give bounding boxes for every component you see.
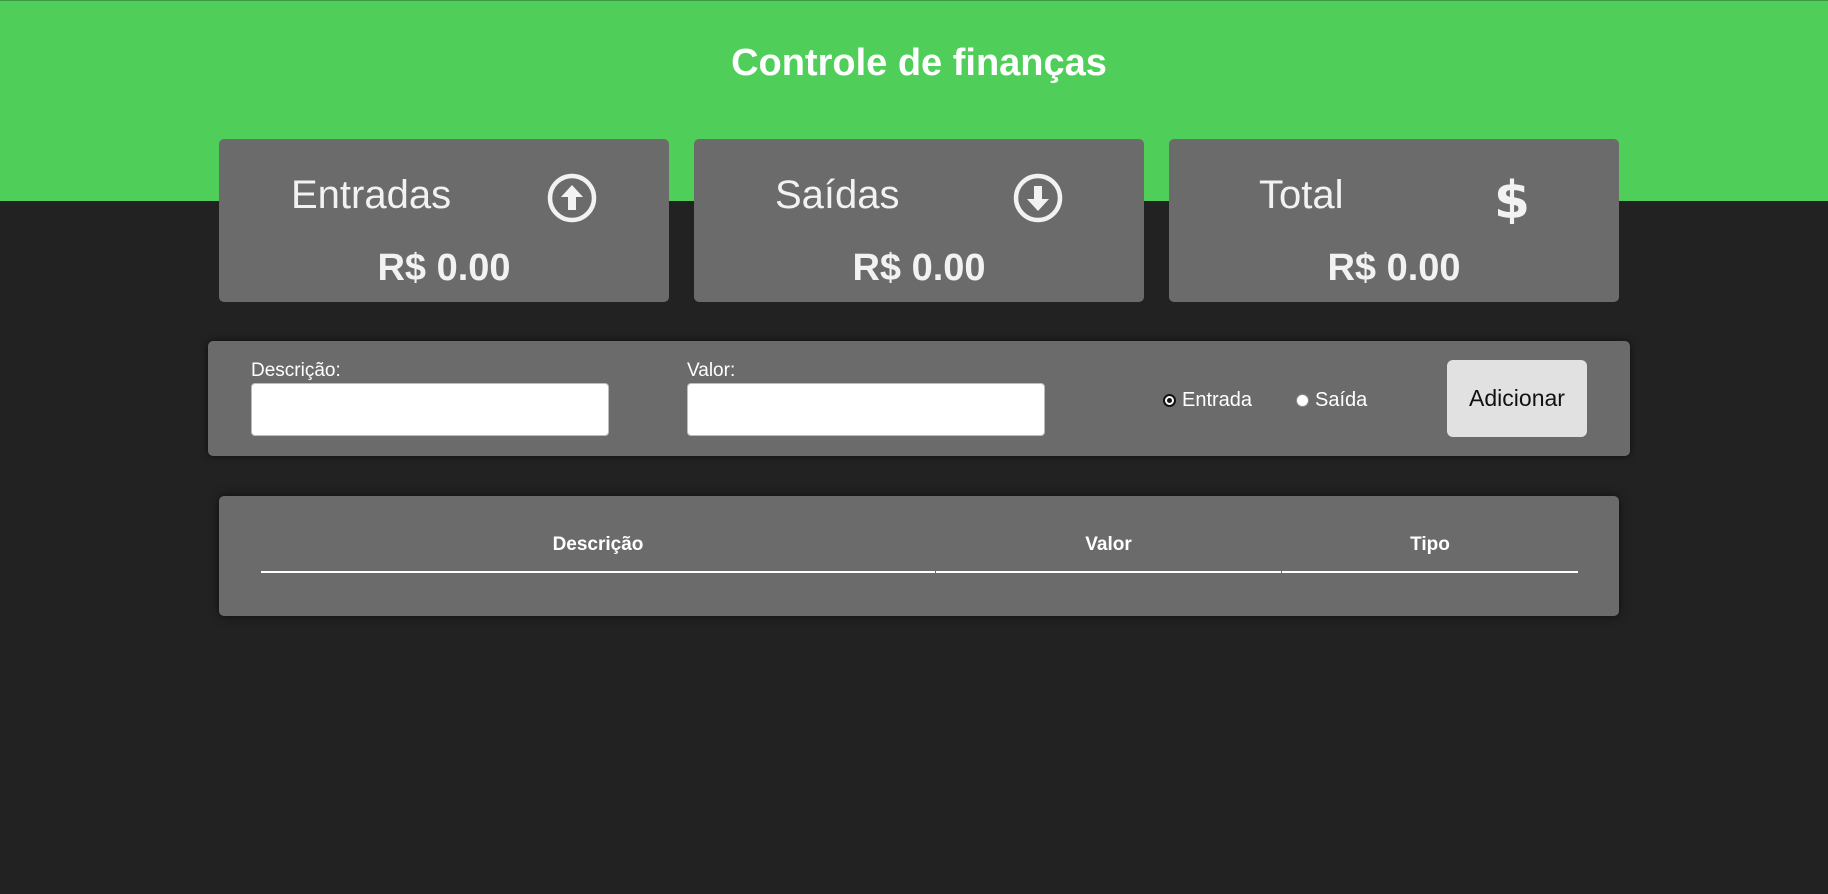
page-title: Controle de finanças <box>731 42 1107 84</box>
radio-entrada[interactable]: Entrada <box>1163 385 1252 415</box>
income-value: R$ 0.00 <box>377 247 511 289</box>
transactions-table: Descrição Valor Tipo <box>219 496 1619 616</box>
expense-card: Saídas R$ 0.00 <box>694 139 1144 302</box>
radio-entrada-circle[interactable] <box>1163 393 1176 407</box>
dollar-sign-icon: $ <box>1486 171 1538 231</box>
column-header-descricao: Descrição <box>261 533 935 573</box>
amount-input[interactable] <box>687 383 1045 436</box>
arrow-down-circle-icon <box>1012 172 1064 224</box>
transaction-form: Descrição: Valor: Entrada Saída Adiciona… <box>208 341 1630 456</box>
add-button[interactable]: Adicionar <box>1447 360 1587 437</box>
income-card-title: Entradas <box>291 173 452 217</box>
total-value: R$ 0.00 <box>1327 247 1461 289</box>
total-card: Total $ R$ 0.00 <box>1169 139 1619 302</box>
svg-text:$: $ <box>1494 172 1530 224</box>
amount-label: Valor: <box>687 360 736 381</box>
radio-saida-circle[interactable] <box>1296 393 1309 407</box>
column-header-tipo: Tipo <box>1282 533 1578 573</box>
arrow-up-circle-icon <box>546 172 598 224</box>
expense-value: R$ 0.00 <box>852 247 986 289</box>
column-header-valor: Valor <box>936 533 1281 573</box>
radio-saida[interactable]: Saída <box>1296 385 1367 415</box>
total-card-title: Total <box>1259 173 1344 217</box>
description-input[interactable] <box>251 383 609 436</box>
expense-card-title: Saídas <box>775 173 900 217</box>
radio-entrada-label[interactable]: Entrada <box>1182 389 1252 412</box>
income-card: Entradas R$ 0.00 <box>219 139 669 302</box>
radio-saida-label[interactable]: Saída <box>1315 389 1367 412</box>
description-label: Descrição: <box>251 360 341 381</box>
